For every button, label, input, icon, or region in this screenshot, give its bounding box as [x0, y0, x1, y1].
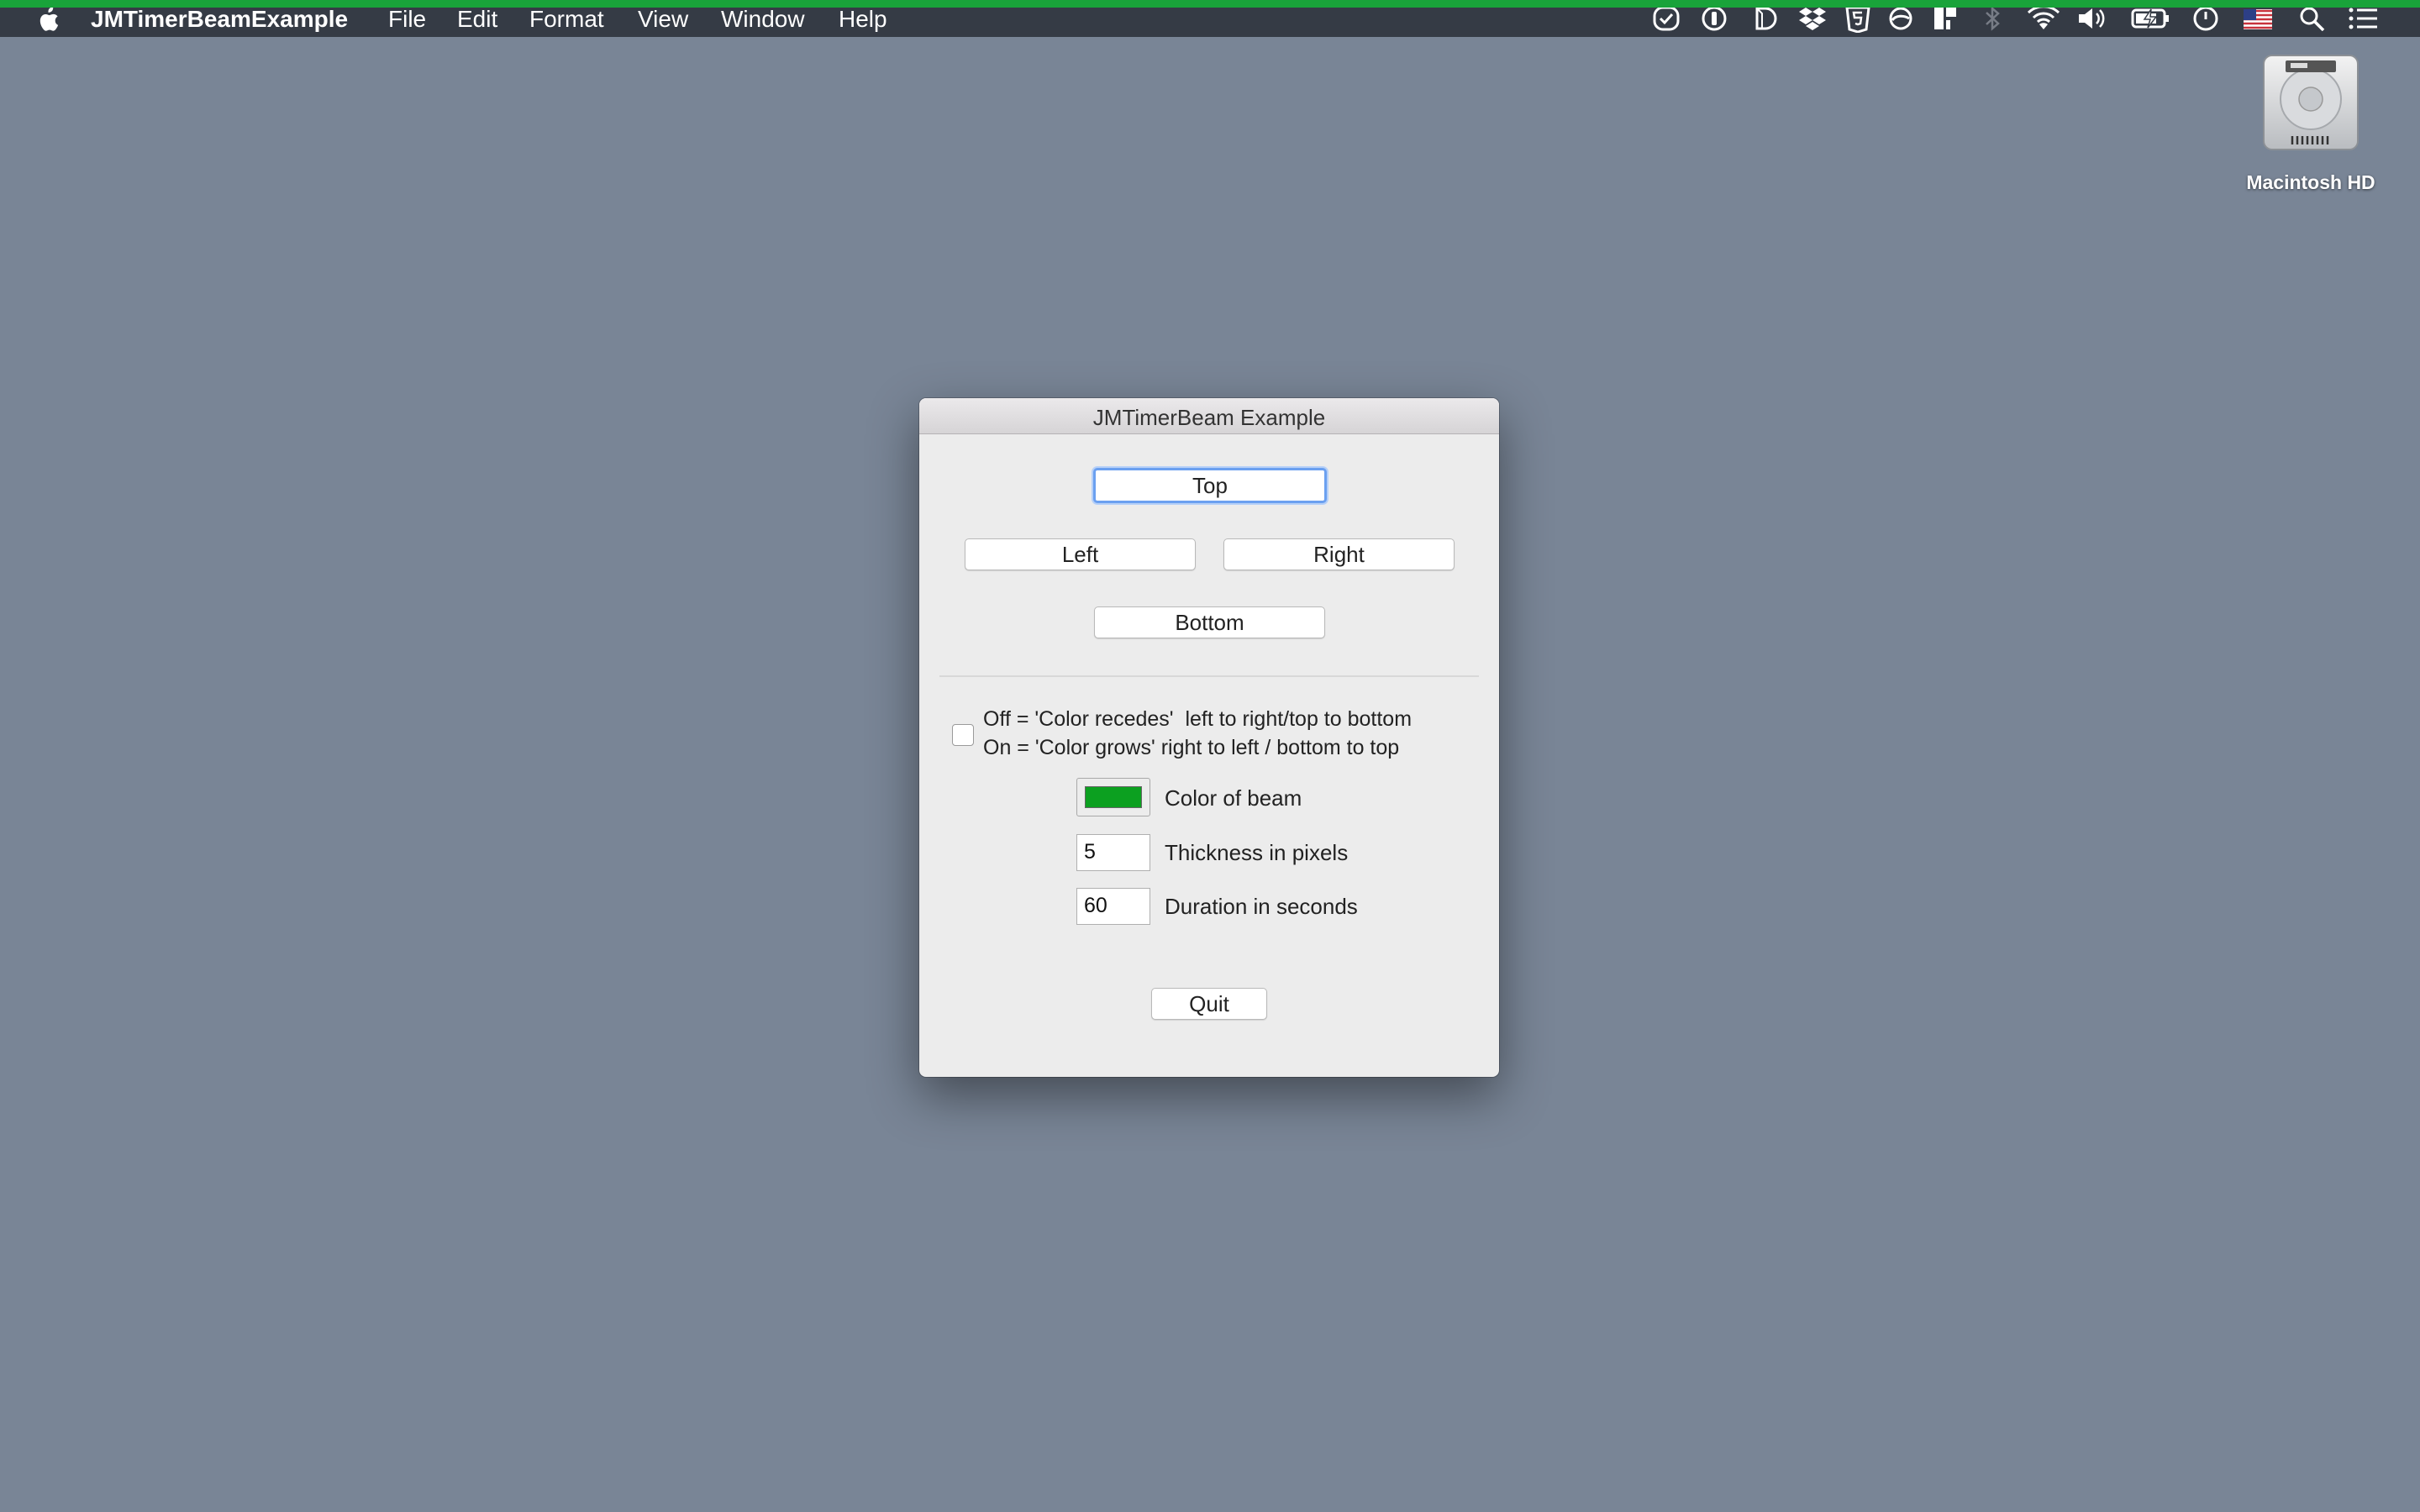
- top-button[interactable]: Top: [1093, 468, 1327, 503]
- direction-off-description: Off = 'Color recedes' left to right/top …: [983, 707, 1413, 731]
- layout-icon[interactable]: [1933, 6, 1958, 37]
- timer-beam: [0, 0, 2420, 8]
- help-menu[interactable]: Help: [839, 7, 887, 32]
- thickness-field[interactable]: 5: [1076, 834, 1150, 871]
- view-menu[interactable]: View: [638, 7, 688, 32]
- spotlight-search-icon[interactable]: [2299, 6, 2326, 37]
- right-button[interactable]: Right: [1223, 538, 1455, 570]
- task-check-icon[interactable]: [1652, 6, 1681, 37]
- clock-icon[interactable]: [2191, 6, 2220, 37]
- window-titlebar[interactable]: JMTimerBeam Example: [919, 398, 1499, 434]
- onepassword-icon[interactable]: [1701, 6, 1728, 37]
- left-button[interactable]: Left: [965, 538, 1196, 570]
- d-app-icon[interactable]: [1753, 6, 1778, 37]
- apple-menu-icon[interactable]: [34, 4, 60, 38]
- beam-color-well[interactable]: [1076, 778, 1150, 816]
- jmtimerbeam-window: JMTimerBeam Example Top Left Right Botto…: [919, 398, 1499, 1077]
- format-menu[interactable]: Format: [529, 7, 604, 32]
- quit-button[interactable]: Quit: [1151, 988, 1267, 1020]
- macintosh-hd-drive-icon[interactable]: [2252, 50, 2370, 160]
- beam-color-swatch: [1085, 786, 1142, 808]
- volume-icon[interactable]: [2077, 6, 2109, 37]
- dropbox-icon[interactable]: [1798, 6, 1827, 37]
- app-name-menu[interactable]: JMTimerBeamExample: [91, 7, 348, 32]
- wifi-icon[interactable]: [2027, 5, 2060, 37]
- window-title: JMTimerBeam Example: [1092, 405, 1326, 430]
- notification-center-icon[interactable]: [2348, 6, 2378, 37]
- duration-label: Duration in seconds: [1165, 894, 1358, 919]
- us-flag-icon[interactable]: [2244, 8, 2272, 35]
- file-menu[interactable]: File: [388, 7, 426, 32]
- bottom-button[interactable]: Bottom: [1094, 606, 1325, 638]
- direction-on-description: On = 'Color grows' right to left / botto…: [983, 736, 1400, 759]
- battery-charging-icon[interactable]: [2131, 6, 2171, 37]
- edit-menu[interactable]: Edit: [457, 7, 497, 32]
- thickness-label: Thickness in pixels: [1165, 840, 1349, 865]
- macintosh-hd-label[interactable]: Macintosh HD: [2218, 171, 2403, 194]
- separator: [939, 675, 1479, 677]
- duration-field[interactable]: 60: [1076, 888, 1150, 925]
- menu-bar: JMTimerBeamExample File Edit Format View…: [0, 0, 2420, 37]
- direction-checkbox[interactable]: [952, 724, 974, 746]
- html5-icon[interactable]: [1845, 6, 1870, 39]
- window-menu[interactable]: Window: [721, 7, 805, 32]
- sync-icon[interactable]: [1887, 6, 1914, 37]
- bluetooth-icon[interactable]: [1983, 6, 2002, 37]
- color-of-beam-label: Color of beam: [1165, 785, 1302, 811]
